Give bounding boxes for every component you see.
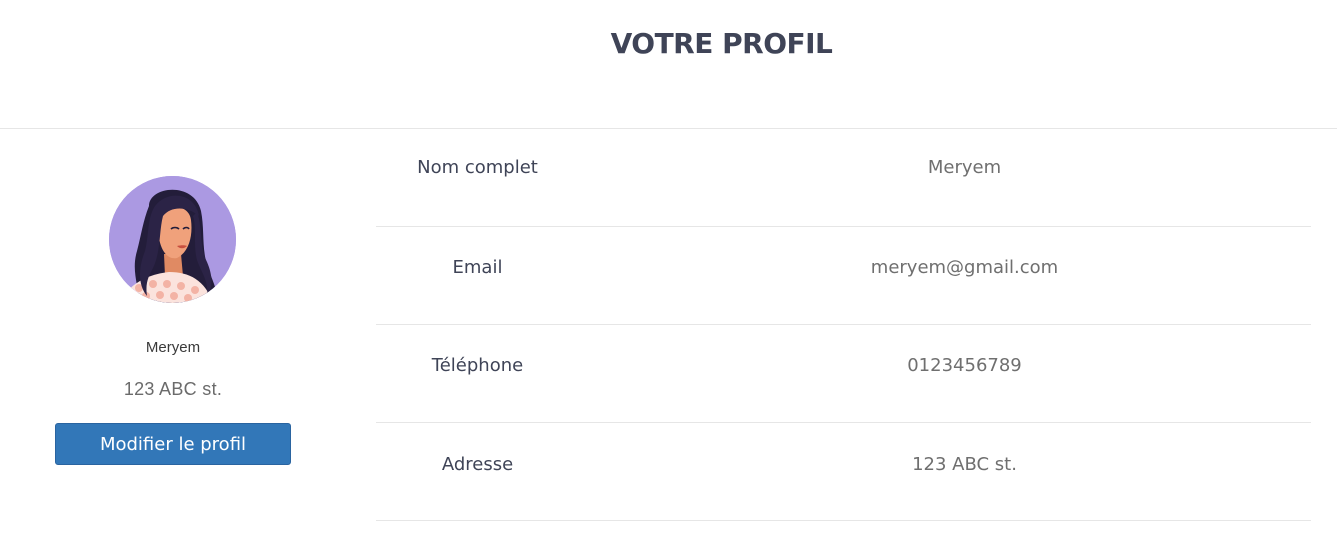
info-row-address: Adresse 123 ABC st.: [376, 423, 1311, 521]
profile-info-table: Nom complet Meryem Email meryem@gmail.co…: [376, 129, 1311, 521]
info-value: 123 ABC st.: [912, 454, 1017, 475]
profile-address: 123 ABC st.: [123, 379, 223, 399]
edit-profile-button[interactable]: Modifier le profil: [55, 423, 291, 465]
info-row-email: Email meryem@gmail.com: [376, 227, 1311, 325]
info-value: 0123456789: [907, 355, 1022, 376]
profile-card: Meryem 123 ABC st. Modifier le profil: [0, 129, 346, 553]
page-title: VOTRE PROFIL: [610, 27, 833, 60]
info-row-full-name: Nom complet Meryem: [376, 129, 1311, 227]
info-label: Téléphone: [431, 355, 524, 376]
info-row-phone: Téléphone 0123456789: [376, 325, 1311, 423]
info-label: Email: [452, 257, 503, 278]
woman-avatar-icon: [109, 176, 236, 303]
info-value: Meryem: [927, 157, 1002, 178]
info-label: Nom complet: [417, 157, 538, 178]
page-header: VOTRE PROFIL: [0, 0, 1337, 129]
profile-name: Meryem: [145, 339, 201, 356]
info-value: meryem@gmail.com: [870, 257, 1059, 278]
info-label: Adresse: [441, 454, 514, 475]
